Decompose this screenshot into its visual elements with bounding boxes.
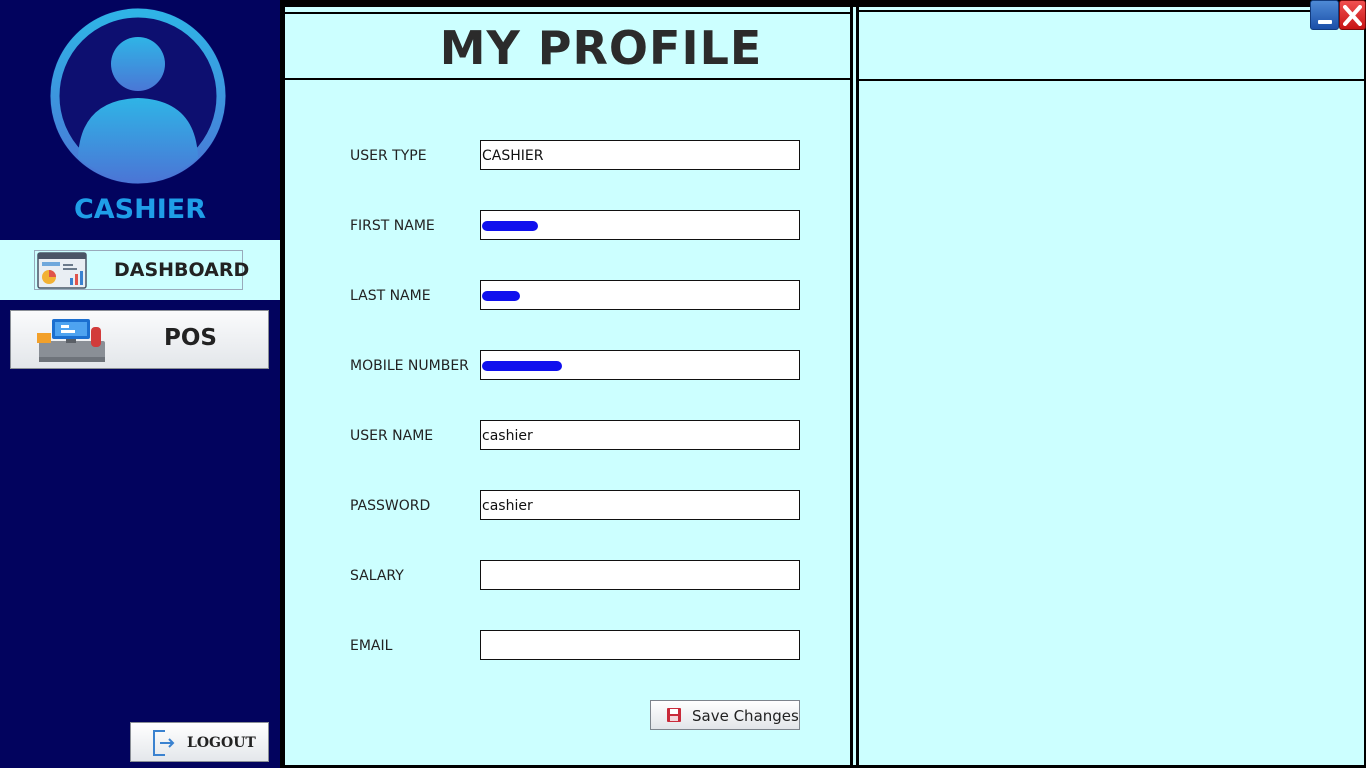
right-panel-top-line: [859, 10, 1364, 12]
logout-button[interactable]: LOGOUT: [130, 722, 269, 762]
close-button[interactable]: [1339, 0, 1366, 30]
user-type-label: USER TYPE: [350, 148, 427, 164]
email-field[interactable]: [480, 630, 800, 660]
sidebar: CASHIER DASHBOARD POS LOGOUT: [0, 0, 280, 768]
right-panel-header-line: [859, 79, 1364, 81]
last-name-field[interactable]: [480, 280, 800, 310]
dashboard-chart-icon: [37, 252, 87, 289]
user-name-label: USER NAME: [350, 428, 434, 444]
mobile-number-field[interactable]: [480, 350, 800, 380]
cash-register-icon: [37, 319, 105, 362]
save-changes-button[interactable]: Save Changes: [650, 700, 800, 730]
password-field[interactable]: cashier: [480, 490, 800, 520]
profile-panel: MY PROFILE USER TYPE CASHIER FIRST NAME …: [285, 7, 850, 765]
salary-field[interactable]: [480, 560, 800, 590]
salary-label: SALARY: [350, 568, 404, 584]
panel-divider: [850, 0, 859, 768]
first-name-field[interactable]: [480, 210, 800, 240]
minimize-icon: [1318, 20, 1332, 24]
page-title: MY PROFILE: [439, 21, 763, 75]
user-avatar-icon: [50, 8, 226, 184]
floppy-disk-icon: [667, 708, 681, 722]
dashboard-label: DASHBOARD: [114, 259, 250, 281]
pos-button[interactable]: POS: [10, 310, 269, 369]
nav-dashboard[interactable]: DASHBOARD: [0, 240, 280, 300]
redacted-last-name: [482, 291, 520, 301]
password-label: PASSWORD: [350, 498, 431, 514]
dashboard-button[interactable]: DASHBOARD: [34, 250, 249, 290]
email-label: EMAIL: [350, 638, 393, 654]
user-type-field[interactable]: CASHIER: [480, 140, 800, 170]
mobile-number-label: MOBILE NUMBER: [350, 358, 469, 374]
last-name-label: LAST NAME: [350, 288, 431, 304]
redacted-mobile-number: [482, 361, 562, 371]
redacted-first-name: [482, 221, 538, 231]
role-title: CASHIER: [73, 194, 207, 225]
user-name-field[interactable]: cashier: [480, 420, 800, 450]
right-panel: [859, 7, 1364, 765]
pos-label: POS: [164, 325, 217, 351]
minimize-button[interactable]: [1310, 0, 1339, 30]
save-changes-label: Save Changes: [692, 707, 799, 725]
logout-door-icon: [153, 730, 175, 756]
first-name-label: FIRST NAME: [350, 218, 435, 234]
close-icon: [1343, 5, 1362, 26]
logout-label: LOGOUT: [187, 735, 256, 751]
divider-gap: [853, 7, 856, 765]
